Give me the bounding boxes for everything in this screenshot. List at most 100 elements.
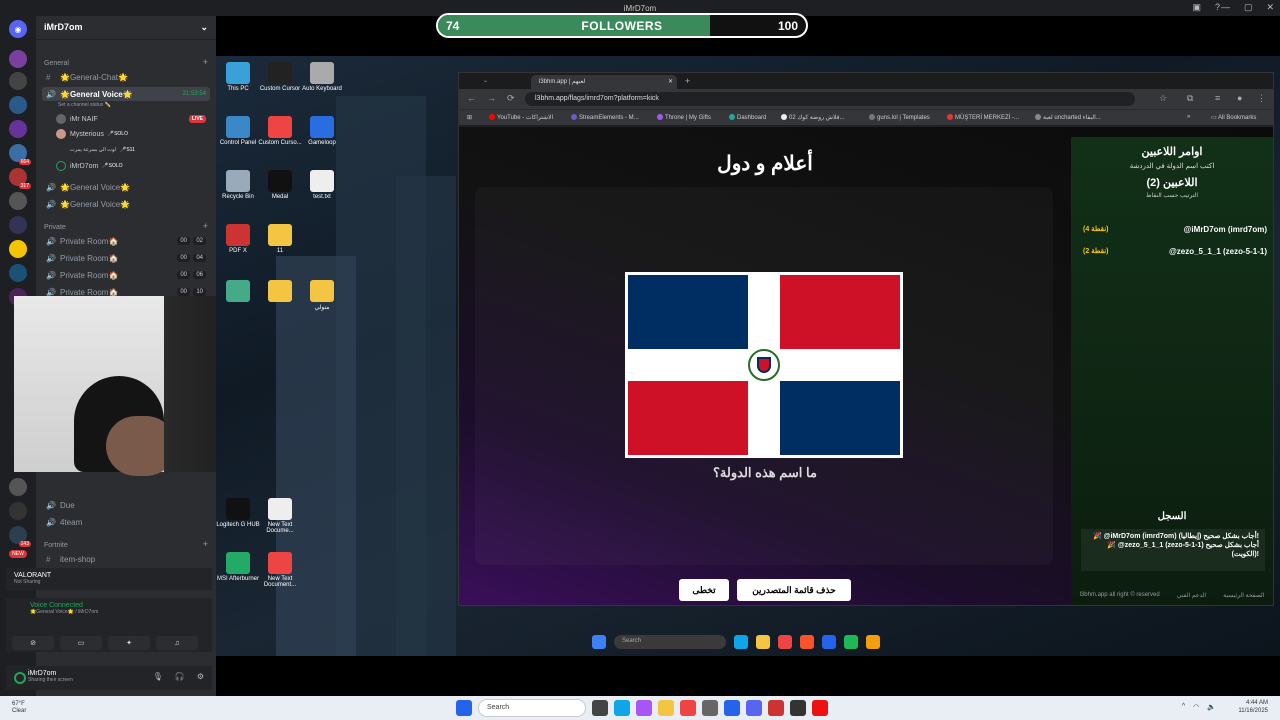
category-private[interactable]: Private xyxy=(44,224,66,231)
maximize-icon[interactable]: ▢ xyxy=(1244,2,1253,13)
category-fortnite[interactable]: Fortnite xyxy=(44,542,68,549)
desktop-icon-folder[interactable] xyxy=(258,280,302,304)
reload-icon[interactable]: ⟳ xyxy=(507,93,515,104)
add-channel-icon[interactable]: + xyxy=(203,221,208,231)
bookmark-musteri[interactable]: MÜŞTERİ MERKEZİ -... xyxy=(947,114,1019,121)
file-explorer-icon[interactable] xyxy=(756,635,770,649)
activity-panel[interactable]: VALORANT Not Sharing xyxy=(6,568,212,590)
app-icon[interactable] xyxy=(866,635,880,649)
extensions-icon[interactable]: ⧉ xyxy=(1187,93,1193,104)
obs-icon[interactable] xyxy=(768,700,784,716)
wifi-icon[interactable]: ◠ xyxy=(1193,703,1199,711)
inner-search-box[interactable]: Search xyxy=(614,635,726,649)
file-explorer-icon[interactable] xyxy=(658,700,674,716)
more-bookmarks-icon[interactable]: » xyxy=(1187,114,1190,120)
close-icon[interactable]: ✕ xyxy=(1266,2,1274,13)
voice-channel-private[interactable]: 🔊 Private Room🏠 00 04 xyxy=(42,251,210,265)
edge-icon[interactable] xyxy=(734,635,748,649)
bookmark-streamelements[interactable]: StreamElements - M... xyxy=(571,114,639,121)
server-icon[interactable] xyxy=(9,50,27,68)
voice-user[interactable]: iMr NAIF xyxy=(56,114,98,124)
store-icon[interactable] xyxy=(724,700,740,716)
close-tab-icon[interactable]: ✕ xyxy=(668,78,673,85)
clock[interactable]: 4:44 AM 11/16/2025 xyxy=(1238,699,1268,715)
server-icon[interactable]: 664 xyxy=(9,144,31,165)
microphone-icon[interactable]: 🎙 xyxy=(153,672,163,681)
bookmark-dashboard[interactable]: Dashboard xyxy=(729,114,766,121)
server-icon[interactable] xyxy=(9,192,27,210)
help-icon[interactable]: ? xyxy=(1215,2,1220,13)
add-channel-icon[interactable]: + xyxy=(203,539,208,549)
task-view-icon[interactable] xyxy=(592,700,608,716)
desktop-icon-msi-afterburner[interactable]: MSI Afterburner xyxy=(216,552,260,582)
inbox-icon[interactable]: ▣ xyxy=(1192,2,1201,13)
voice-channel[interactable]: 🔊 🌟General Voice🌟 xyxy=(42,197,210,211)
text-channel-general-chat[interactable]: # 🌟General-Chat🌟 xyxy=(42,70,210,84)
desktop-icon-auto-keyboard[interactable]: Auto Keyboard xyxy=(300,62,344,92)
discord-icon[interactable] xyxy=(746,700,762,716)
desktop-icon-test-txt[interactable]: test.txt xyxy=(300,170,344,200)
media-icon[interactable]: ≡ xyxy=(1215,93,1220,103)
chrome-icon[interactable] xyxy=(680,700,696,716)
desktop-icon-custom-cursor-2[interactable]: Custom Curso... xyxy=(258,116,302,146)
server-icon[interactable]: 317 xyxy=(9,168,31,189)
headphones-icon[interactable]: 🎧 xyxy=(175,672,185,681)
desktop-icon-installer[interactable] xyxy=(216,280,260,304)
skip-button[interactable]: تخطى xyxy=(679,579,729,601)
voice-channel[interactable]: 🔊 4team xyxy=(42,515,210,529)
voice-channel-general-voice[interactable]: 🔊 🌟General Voice🌟 21:53:54 xyxy=(42,87,210,101)
browser-tab[interactable]: l3bhm.app | لعبهم ✕ xyxy=(531,75,677,89)
edge-icon[interactable] xyxy=(614,700,630,716)
weather-widget[interactable]: 67°F Clear xyxy=(12,701,26,715)
desktop-icon-recycle-bin[interactable]: Recycle Bin xyxy=(216,170,260,200)
clear-leaderboard-button[interactable]: حذف قائمة المتصدرين xyxy=(737,579,851,601)
back-icon[interactable]: ← xyxy=(467,93,476,103)
voice-user[interactable]: iMrD7om 🎤SOLO xyxy=(56,161,123,171)
camera-off-icon[interactable]: ⊘ xyxy=(12,636,54,650)
server-icon[interactable] xyxy=(9,96,27,114)
voice-connected-channel[interactable]: 🌟General Voice🌟 / iMrD7om xyxy=(14,609,204,615)
gear-icon[interactable]: ⚙ xyxy=(197,672,204,681)
voice-connected-label[interactable]: Voice Connected xyxy=(14,602,204,609)
server-icon[interactable] xyxy=(9,72,27,90)
category-general[interactable]: General xyxy=(44,60,69,67)
voice-user[interactable]: Mysterious 🎤SOLO xyxy=(56,129,128,139)
add-channel-icon[interactable]: + xyxy=(203,57,208,67)
apps-icon[interactable]: ⊞ xyxy=(467,114,472,121)
bookmark-guns-lol[interactable]: guns.lol | Templates xyxy=(869,114,930,121)
desktop-icon-new-text-doc[interactable]: New Text Docume... xyxy=(258,498,302,534)
all-bookmarks[interactable]: ▭ All Bookmarks xyxy=(1211,114,1256,121)
spotify-icon[interactable] xyxy=(844,635,858,649)
desktop-icon-pdf-x[interactable]: PDF X xyxy=(216,224,260,254)
soundboard-icon[interactable]: ♫ xyxy=(156,636,198,650)
brave-icon[interactable] xyxy=(800,635,814,649)
desktop-icon-gameloop[interactable]: Gameloop xyxy=(300,116,344,146)
server-icon[interactable] xyxy=(9,478,27,496)
desktop-icon-folder-11[interactable]: 11 xyxy=(258,224,302,254)
desktop-icon-new-text-doc-2[interactable]: New Text Document... xyxy=(258,552,302,588)
activities-icon[interactable]: ✦ xyxy=(108,636,150,650)
tab-search-icon[interactable]: ⌄ xyxy=(483,77,488,84)
new-tab-icon[interactable]: + xyxy=(685,76,690,86)
server-icon[interactable] xyxy=(9,264,27,282)
bookmark-throne[interactable]: Throne | My Gifts xyxy=(657,114,711,121)
forward-icon[interactable]: → xyxy=(487,93,496,103)
home-link[interactable]: الصفحة الرئيسية xyxy=(1223,592,1264,599)
voice-channel[interactable]: 🔊 Due xyxy=(42,498,210,512)
menu-icon[interactable]: ⋮ xyxy=(1257,93,1266,104)
server-icon[interactable] xyxy=(9,240,27,258)
desktop-icon-medal[interactable]: Medal xyxy=(258,170,302,200)
terminal-icon[interactable] xyxy=(790,700,806,716)
set-status-link[interactable]: Set a channel status ✏️ xyxy=(58,102,111,108)
desktop-icon-this-pc[interactable]: This PC xyxy=(216,62,260,92)
minimize-icon[interactable]: — xyxy=(1221,2,1230,13)
server-icon[interactable] xyxy=(9,120,27,138)
app-icon[interactable] xyxy=(702,700,718,716)
server-icon[interactable]: 143 xyxy=(9,526,31,547)
voice-channel[interactable]: 🔊 🌟General Voice🌟 xyxy=(42,180,210,194)
desktop-icon-control-panel[interactable]: Control Panel xyxy=(216,116,260,146)
voice-channel-private[interactable]: 🔊 Private Room🏠 00 06 xyxy=(42,268,210,282)
volume-icon[interactable]: 🔈 xyxy=(1207,703,1216,711)
desktop-icon-logitech[interactable]: Logitech G HUB xyxy=(216,498,260,528)
desktop-icon-custom-cursor[interactable]: Custom Cursor xyxy=(258,62,302,92)
